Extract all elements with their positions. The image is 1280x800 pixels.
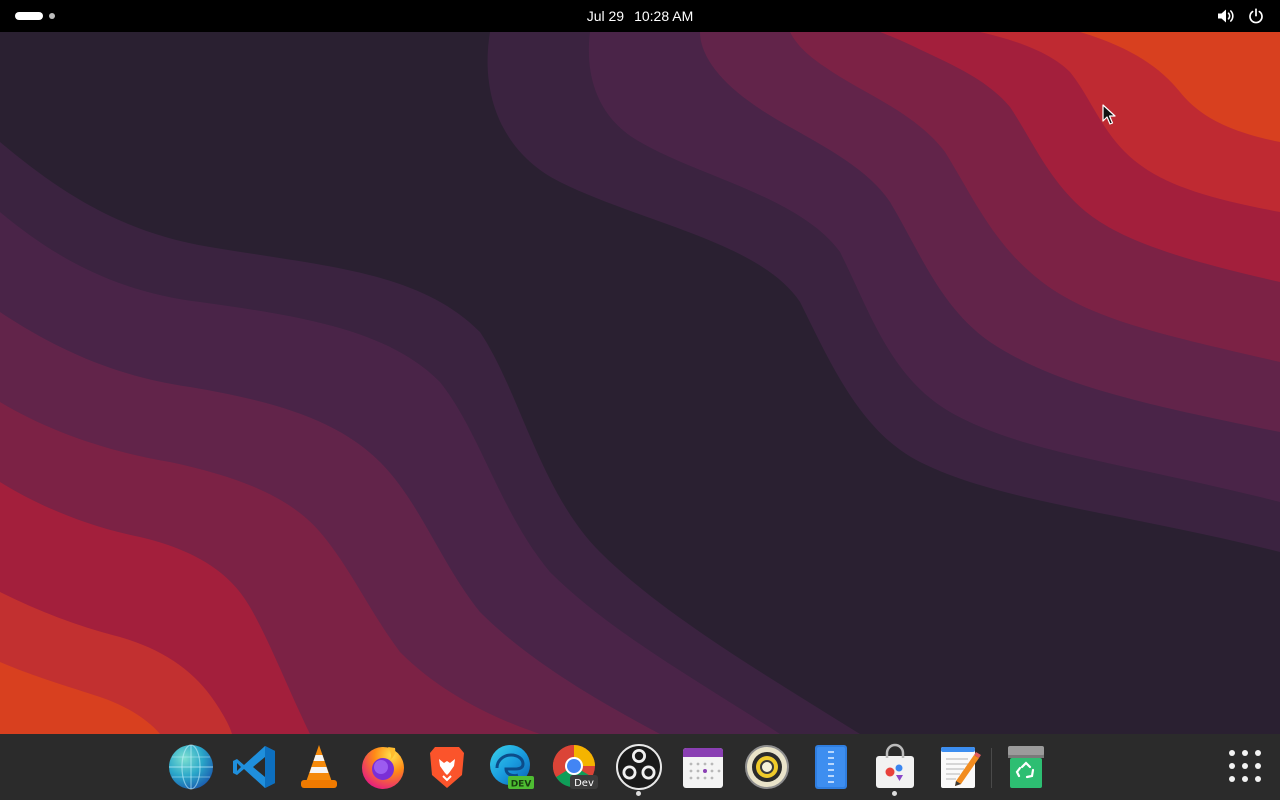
archive-icon [815, 745, 847, 789]
clock-date[interactable]: Jul 29 [587, 8, 624, 24]
dock-app-rhythmbox[interactable] [742, 742, 792, 792]
obs-icon [616, 744, 662, 790]
volume-icon[interactable] [1216, 6, 1236, 26]
desktop[interactable] [0, 32, 1280, 734]
workspace-active-pill[interactable] [15, 12, 43, 20]
globe-icon [169, 744, 213, 790]
store-bag-icon [876, 743, 914, 788]
grid-dot [1229, 776, 1235, 782]
dock-app-globe-browser[interactable] [166, 742, 216, 792]
dock-app-software-store[interactable] [870, 742, 920, 792]
grid-dot [1229, 763, 1235, 769]
dock-app-text-editor[interactable] [934, 742, 984, 792]
dock-separator [991, 748, 992, 788]
wallpaper [0, 32, 1280, 734]
top-bar: Jul 29 10:28 AM [0, 0, 1280, 32]
grid-dots-icon [1229, 750, 1235, 756]
grid-dot [1242, 776, 1248, 782]
dock-app-edge-dev[interactable]: DEV [486, 742, 536, 792]
vlc-cone-icon [301, 745, 337, 788]
dock-app-vlc[interactable] [294, 742, 344, 792]
workspace-indicator[interactable] [15, 12, 55, 20]
grid-dot [1242, 763, 1248, 769]
edge-dev-icon: DEV [490, 745, 534, 790]
chrome-dev-icon: Dev [552, 744, 598, 789]
grid-dot [1255, 750, 1261, 756]
show-applications-button[interactable] [1220, 742, 1268, 790]
grid-dot [1242, 750, 1248, 756]
dock-app-trash[interactable] [1001, 742, 1051, 792]
grid-dot [1255, 776, 1261, 782]
grid-dot [1255, 763, 1261, 769]
firefox-icon [362, 747, 404, 789]
brave-lion-icon [430, 747, 464, 788]
dock: DEV Dev [0, 734, 1280, 800]
speaker-icon [745, 745, 789, 789]
svg-text:DEV: DEV [511, 780, 532, 790]
power-icon[interactable] [1246, 6, 1266, 26]
dock-app-calendar[interactable] [678, 742, 728, 792]
text-editor-icon [941, 747, 981, 788]
dock-app-firefox[interactable] [358, 742, 408, 792]
dock-app-visual-studio-code[interactable] [230, 742, 280, 792]
clock-time[interactable]: 10:28 AM [634, 8, 693, 24]
running-indicator-obs [636, 791, 641, 796]
dock-app-brave[interactable] [422, 742, 472, 792]
system-tray[interactable] [1216, 6, 1266, 26]
workspace-dot[interactable] [49, 13, 55, 19]
dock-app-obs-studio[interactable] [614, 742, 664, 792]
mouse-cursor-icon [1102, 104, 1116, 125]
dock-app-file-archiver[interactable] [806, 742, 856, 792]
svg-text:Dev: Dev [574, 778, 594, 789]
dock-app-chrome-dev[interactable]: Dev [550, 742, 600, 792]
clock[interactable]: Jul 29 10:28 AM [0, 0, 1280, 32]
trash-icon [1008, 746, 1044, 788]
running-indicator-software-store [892, 791, 897, 796]
vscode-icon [233, 746, 275, 788]
calendar-icon [683, 748, 723, 788]
